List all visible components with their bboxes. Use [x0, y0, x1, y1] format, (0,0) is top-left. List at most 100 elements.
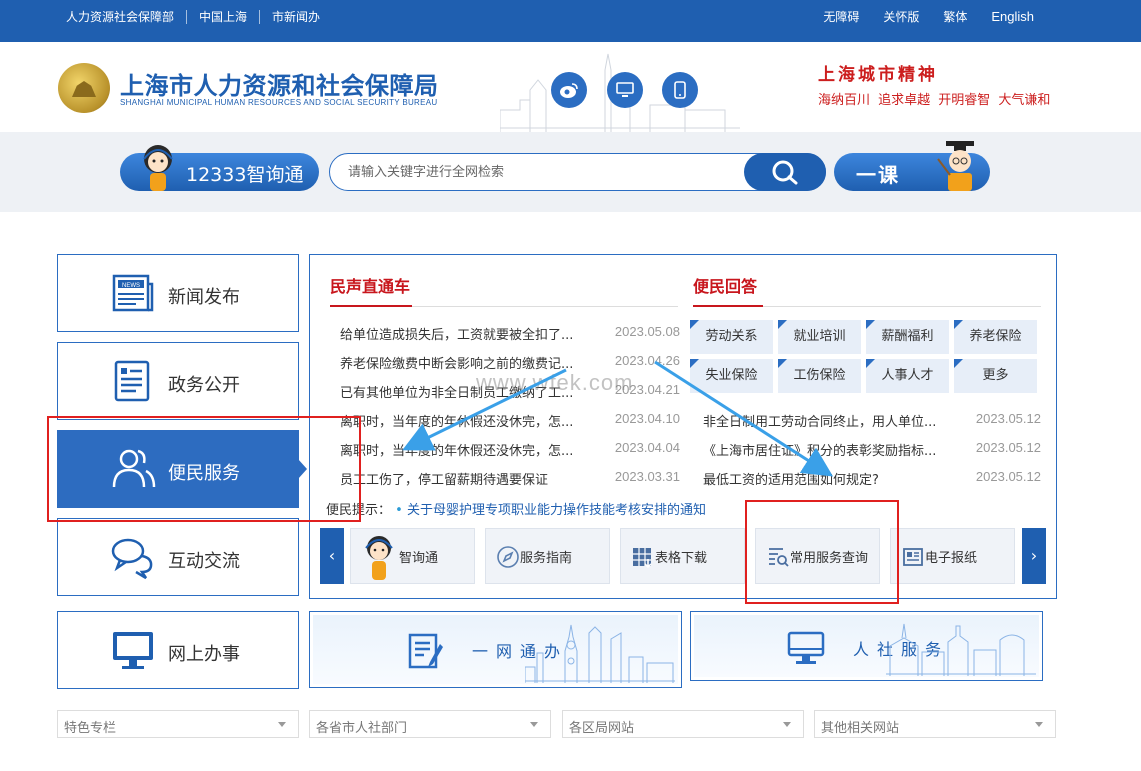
search-button[interactable]	[744, 153, 826, 191]
service-guide[interactable]: 服务指南	[485, 528, 610, 584]
people-voice-title[interactable]: 民声直通车	[330, 273, 410, 297]
news-title[interactable]: 离职时，当年度的年休假还没休完，怎...	[340, 411, 590, 430]
service-assistant[interactable]: 智询通	[350, 528, 475, 584]
newspaper-icon	[903, 548, 923, 566]
service-form-download[interactable]: 表格下载	[620, 528, 745, 584]
link-traditional-chinese[interactable]: 繁体	[931, 10, 979, 24]
tag-pension-insurance[interactable]: 养老保险	[954, 320, 1037, 354]
news-title[interactable]: 给单位造成损失后，工资就要被全扣了...	[340, 324, 590, 343]
tag-labor-relations[interactable]: 劳动关系	[690, 320, 773, 354]
chevron-down-icon	[1035, 722, 1043, 727]
bullet-icon: •	[395, 503, 403, 518]
search-icon	[772, 160, 798, 185]
carousel-prev-button[interactable]: ‹	[320, 528, 344, 584]
city-spirit-slogan: 海纳百川 追求卓越 开明睿智 大气谦和	[818, 93, 1051, 108]
service-e-newspaper[interactable]: 电子报纸	[890, 528, 1015, 584]
tag-more[interactable]: 更多	[954, 359, 1037, 393]
city-spirit-title: 上海城市精神	[818, 65, 938, 85]
search-band: 12333智询通 一课	[0, 132, 1141, 212]
nav-government-affairs-label: 政务公开	[168, 375, 240, 396]
chat-icon	[111, 538, 153, 580]
list-item[interactable]: 非全日制用工劳动合同终止，用人单位... 2023.05.12	[703, 411, 1041, 431]
svg-text:NEWS: NEWS	[122, 283, 140, 289]
list-item[interactable]: 离职时，当年度的年休假还没休完，怎... 2023.04.10	[340, 411, 680, 431]
news-title[interactable]: 员工工伤了，停工留薪期待遇要保证	[340, 469, 590, 488]
chevron-down-icon	[783, 722, 791, 727]
related-sites-select[interactable]: 其他相关网站	[814, 710, 1056, 738]
qa-date: 2023.05.12	[975, 440, 1041, 455]
service-label: 智询通	[399, 551, 439, 566]
pudong-skyline-icon	[525, 624, 675, 683]
list-item[interactable]: 员工工伤了，停工留薪期待遇要保证 2023.03.31	[340, 469, 680, 489]
site-title-english: SHANGHAI MUNICIPAL HUMAN RESOURCES AND S…	[120, 98, 438, 107]
highlight-box-convenience	[47, 416, 361, 522]
yike-label: 一课	[856, 163, 900, 187]
link-care-mode[interactable]: 关怀版	[871, 10, 931, 24]
provincial-hrss-select[interactable]: 各省市人社部门	[309, 710, 551, 738]
news-title[interactable]: 离职时，当年度的年休假还没休完，怎...	[340, 440, 590, 459]
watermark: www.wfek.com	[476, 370, 634, 395]
search-box	[329, 153, 826, 191]
site-title[interactable]: 上海市人力资源和社会保障局	[120, 66, 439, 101]
banner-one-network[interactable]: 一网通办	[309, 611, 682, 688]
select-value: 特色专栏	[64, 721, 117, 736]
assistant-avatar-icon	[365, 536, 393, 580]
convenience-content-panel: 民声直通车 便民回答 给单位造成损失后，工资就要被全扣了... 2023.05.0…	[309, 254, 1057, 599]
nav-news-release[interactable]: NEWS 新闻发布	[57, 254, 299, 332]
qa-title[interactable]: 最低工资的适用范围如何规定?	[703, 469, 955, 488]
tag-unemployment-insurance[interactable]: 失业保险	[690, 359, 773, 393]
top-links: 人力资源社会保障部 中国上海 市新闻办	[58, 10, 332, 24]
nav-government-affairs[interactable]: 政务公开	[57, 342, 299, 420]
service-label: 服务指南	[520, 551, 573, 566]
link-accessibility[interactable]: 无障碍	[811, 10, 871, 24]
link-english[interactable]: English	[979, 10, 1046, 24]
tip-link[interactable]: 关于母婴护理专项职业能力操作技能考核安排的通知	[407, 503, 706, 518]
special-column-select[interactable]: 特色专栏	[57, 710, 299, 738]
hotline-label: 12333智询通	[186, 164, 304, 186]
list-item[interactable]: 给单位造成损失后，工资就要被全扣了... 2023.05.08	[340, 324, 680, 344]
highlight-box-common-query	[745, 500, 899, 604]
desktop-icon[interactable]	[607, 72, 643, 108]
carousel-next-button[interactable]: ›	[1022, 528, 1046, 584]
list-item[interactable]: 《上海市居住证》积分的表彰奖励指标... 2023.05.12	[703, 440, 1041, 460]
news-date: 2023.05.08	[614, 324, 680, 339]
computer-icon	[787, 631, 825, 664]
select-value: 各区局网站	[569, 721, 635, 736]
news-icon: NEWS	[112, 274, 154, 312]
edit-form-icon	[408, 633, 443, 669]
mobile-icon[interactable]	[662, 72, 698, 108]
convenience-tip: 便民提示： • 关于母婴护理专项职业能力操作技能考核安排的通知	[326, 499, 706, 518]
top-right-links: 无障碍 关怀版 繁体 English	[811, 10, 1046, 25]
link-mohrss[interactable]: 人力资源社会保障部	[58, 10, 188, 24]
tag-employment-training[interactable]: 就业培训	[778, 320, 861, 354]
convenience-qa-title[interactable]: 便民回答	[693, 273, 757, 297]
qa-title[interactable]: 非全日制用工劳动合同终止，用人单位...	[703, 411, 955, 430]
news-date: 2023.04.04	[614, 440, 680, 455]
nav-online-services[interactable]: 网上办事	[57, 611, 299, 689]
search-input[interactable]	[348, 162, 728, 182]
bureau-emblem-icon[interactable]	[58, 63, 110, 113]
document-icon	[114, 360, 150, 402]
hotline-12333-button[interactable]: 12333智询通	[120, 145, 319, 191]
qa-title[interactable]: 《上海市居住证》积分的表彰奖励指标...	[703, 440, 955, 459]
news-date: 2023.04.26	[614, 353, 680, 368]
list-item[interactable]: 最低工资的适用范围如何规定? 2023.05.12	[703, 469, 1041, 489]
link-china-shanghai[interactable]: 中国上海	[187, 10, 261, 24]
nav-interaction[interactable]: 互动交流	[57, 518, 299, 596]
tag-personnel-talent[interactable]: 人事人才	[866, 359, 949, 393]
yike-course-button[interactable]: 一课	[834, 141, 990, 191]
service-label: 电子报纸	[925, 551, 978, 566]
weibo-icon[interactable]	[551, 72, 587, 108]
link-press-office[interactable]: 市新闻办	[260, 10, 332, 24]
top-bar: 人力资源社会保障部 中国上海 市新闻办 无障碍 关怀版 繁体 English	[0, 0, 1141, 42]
select-value: 各省市人社部门	[316, 721, 408, 736]
banner-hrss-services[interactable]: 人社服务	[690, 611, 1043, 681]
compass-icon	[497, 546, 519, 568]
site-header: 上海市人力资源和社会保障局 SHANGHAI MUNICIPAL HUMAN R…	[0, 42, 1141, 132]
nav-interaction-label: 互动交流	[168, 551, 240, 572]
tag-work-injury-insurance[interactable]: 工伤保险	[778, 359, 861, 393]
list-item[interactable]: 离职时，当年度的年休假还没休完，怎... 2023.04.04	[340, 440, 680, 460]
district-bureau-select[interactable]: 各区局网站	[562, 710, 804, 738]
tag-salary-welfare[interactable]: 薪酬福利	[866, 320, 949, 354]
nav-news-release-label: 新闻发布	[168, 287, 240, 308]
